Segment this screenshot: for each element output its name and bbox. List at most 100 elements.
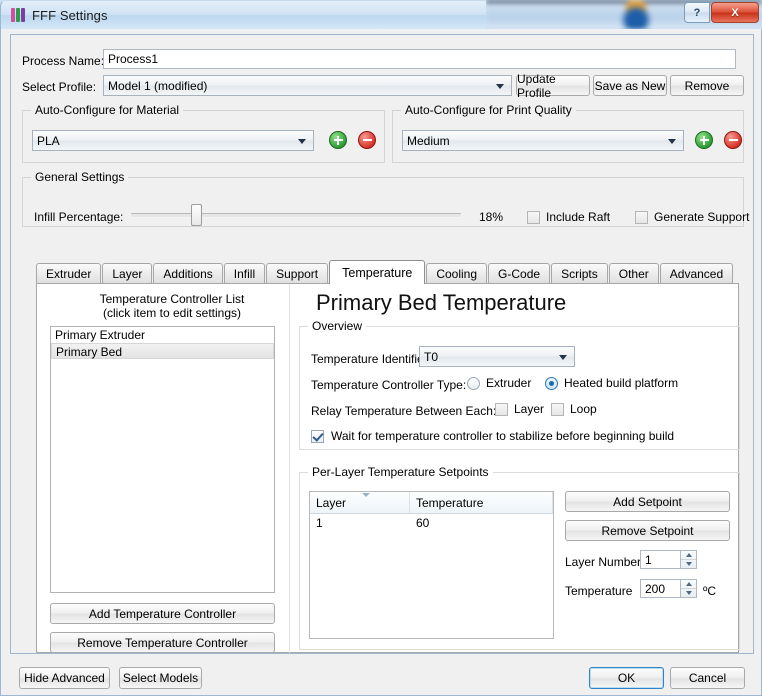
infill-percentage-value: 18% xyxy=(479,210,504,224)
tab-scripts[interactable]: Scripts xyxy=(551,263,608,284)
tab-temperature[interactable]: Temperature xyxy=(329,260,426,284)
hide-advanced-button[interactable]: Hide Advanced xyxy=(19,667,110,689)
include-raft-label: Include Raft xyxy=(546,210,611,224)
tab-other[interactable]: Other xyxy=(608,263,659,284)
quality-value: Medium xyxy=(407,133,450,148)
temperature-identifier-value: T0 xyxy=(424,349,439,364)
spin-down-icon[interactable] xyxy=(681,589,696,597)
help-button[interactable]: ? xyxy=(684,2,710,23)
tab-extruder[interactable]: Extruder xyxy=(36,263,102,284)
temperature-controller-list[interactable]: Primary Extruder Primary Bed xyxy=(50,326,275,593)
radio-heated-build-platform[interactable]: Heated build platform xyxy=(545,376,678,390)
dialog-footer: Hide Advanced Select Models OK Cancel xyxy=(0,657,762,696)
remove-temperature-controller-button[interactable]: Remove Temperature Controller xyxy=(50,632,275,653)
process-name-input[interactable]: Process1 xyxy=(103,49,736,69)
select-profile-label: Select Profile: xyxy=(22,80,97,94)
checkbox-icon xyxy=(527,210,540,224)
wait-for-stabilize-label: Wait for temperature controller to stabi… xyxy=(331,429,675,443)
save-as-new-button[interactable]: Save as New xyxy=(593,75,667,96)
relay-layer-checkbox[interactable]: Layer xyxy=(495,402,544,416)
table-cell: 1 xyxy=(316,516,323,530)
layer-number-stepper[interactable]: 1 xyxy=(640,550,697,569)
list-item[interactable]: Primary Extruder xyxy=(51,327,274,343)
fff-settings-window: FFF Settings ? X Process Name: Process1 … xyxy=(0,0,762,696)
temperature-identifier-combo[interactable]: T0 xyxy=(419,346,575,367)
generate-support-checkbox[interactable]: Generate Support xyxy=(635,210,749,224)
checkbox-icon xyxy=(495,402,508,416)
table-cell: 60 xyxy=(416,516,430,530)
temperature-tab-panel: Temperature Controller List (click item … xyxy=(36,283,740,653)
table-column-header[interactable]: Temperature xyxy=(410,492,553,513)
chevron-down-icon xyxy=(668,138,676,144)
settings-panel: Process Name: Process1 Select Profile: M… xyxy=(10,34,754,654)
infill-slider-track[interactable] xyxy=(131,213,461,218)
remove-material-button[interactable] xyxy=(358,131,376,149)
remove-setpoint-button[interactable]: Remove Setpoint xyxy=(565,520,730,541)
tab-layer[interactable]: Layer xyxy=(102,263,153,284)
add-quality-button[interactable] xyxy=(695,131,713,149)
tab-additions[interactable]: Additions xyxy=(153,263,223,284)
settings-tabs: Extruder Layer Additions Infill Support Tempe… xyxy=(36,260,734,284)
tab-support[interactable]: Support xyxy=(266,263,329,284)
overview-group-title: Overview xyxy=(308,319,367,333)
sort-ascending-icon xyxy=(362,493,370,497)
setpoints-table[interactable]: Layer Temperature 1 60 xyxy=(309,491,554,639)
spin-up-icon[interactable] xyxy=(681,551,696,560)
chevron-down-icon xyxy=(298,138,306,144)
add-setpoint-button[interactable]: Add Setpoint xyxy=(565,491,730,512)
relay-layer-label: Layer xyxy=(514,402,545,416)
wait-for-stabilize-checkbox[interactable]: Wait for temperature controller to stabi… xyxy=(311,429,674,443)
temperature-label: Temperature xyxy=(565,584,633,598)
layer-number-spin-buttons[interactable] xyxy=(680,550,697,569)
ok-button[interactable]: OK xyxy=(589,667,664,689)
panel-divider xyxy=(289,284,290,653)
cancel-button[interactable]: Cancel xyxy=(670,667,745,689)
tab-advanced[interactable]: Advanced xyxy=(659,263,734,284)
checkbox-icon xyxy=(551,402,564,416)
layer-number-label: Layer Number xyxy=(565,555,642,569)
setpoints-group-title: Per-Layer Temperature Setpoints xyxy=(308,465,493,479)
tab-infill[interactable]: Infill xyxy=(223,263,266,284)
radio-extruder[interactable]: Extruder xyxy=(467,376,531,390)
close-button[interactable]: X xyxy=(711,2,759,23)
infill-slider-thumb[interactable] xyxy=(191,204,202,226)
remove-profile-button[interactable]: Remove xyxy=(670,75,744,96)
controller-type-label: Temperature Controller Type: xyxy=(311,378,467,392)
add-temperature-controller-button[interactable]: Add Temperature Controller xyxy=(50,603,275,624)
generate-support-label: Generate Support xyxy=(654,210,750,224)
infill-percentage-label: Infill Percentage: xyxy=(34,210,124,224)
select-models-button[interactable]: Select Models xyxy=(119,667,202,689)
layer-number-value[interactable]: 1 xyxy=(640,550,680,569)
window-controls: ? X xyxy=(684,2,759,23)
table-row[interactable]: 1 60 xyxy=(310,514,553,532)
table-column-header[interactable]: Layer xyxy=(310,492,410,513)
select-profile-value: Model 1 (modified) xyxy=(108,78,208,93)
temperature-stepper[interactable]: 200 xyxy=(640,579,697,598)
update-profile-button[interactable]: Update Profile xyxy=(516,72,590,100)
general-settings-title: General Settings xyxy=(31,170,129,184)
page-title: Primary Bed Temperature xyxy=(316,290,567,315)
material-value: PLA xyxy=(37,133,60,148)
list-item[interactable]: Primary Bed xyxy=(51,343,274,359)
quality-combo[interactable]: Medium xyxy=(402,130,684,151)
spin-up-icon[interactable] xyxy=(681,580,696,589)
tab-cooling[interactable]: Cooling xyxy=(426,263,488,284)
checkbox-icon xyxy=(635,210,648,224)
material-combo[interactable]: PLA xyxy=(32,130,314,151)
chevron-down-icon xyxy=(496,83,504,89)
table-body: 1 60 xyxy=(310,514,553,532)
spin-down-icon[interactable] xyxy=(681,560,696,568)
select-profile-combo[interactable]: Model 1 (modified) xyxy=(103,75,512,96)
add-material-button[interactable] xyxy=(329,131,347,149)
remove-quality-button[interactable] xyxy=(724,131,742,149)
radio-icon xyxy=(545,376,558,390)
tab-g-code[interactable]: G-Code xyxy=(488,263,551,284)
window-title-bar[interactable]: FFF Settings xyxy=(0,0,486,29)
include-raft-checkbox[interactable]: Include Raft xyxy=(527,210,610,224)
temperature-spin-buttons[interactable] xyxy=(680,579,697,598)
table-header-row: Layer Temperature xyxy=(310,492,553,514)
temperature-value[interactable]: 200 xyxy=(640,579,680,598)
relay-loop-checkbox[interactable]: Loop xyxy=(551,402,597,416)
checkbox-icon xyxy=(311,429,324,443)
fff-logo-icon xyxy=(11,8,25,22)
